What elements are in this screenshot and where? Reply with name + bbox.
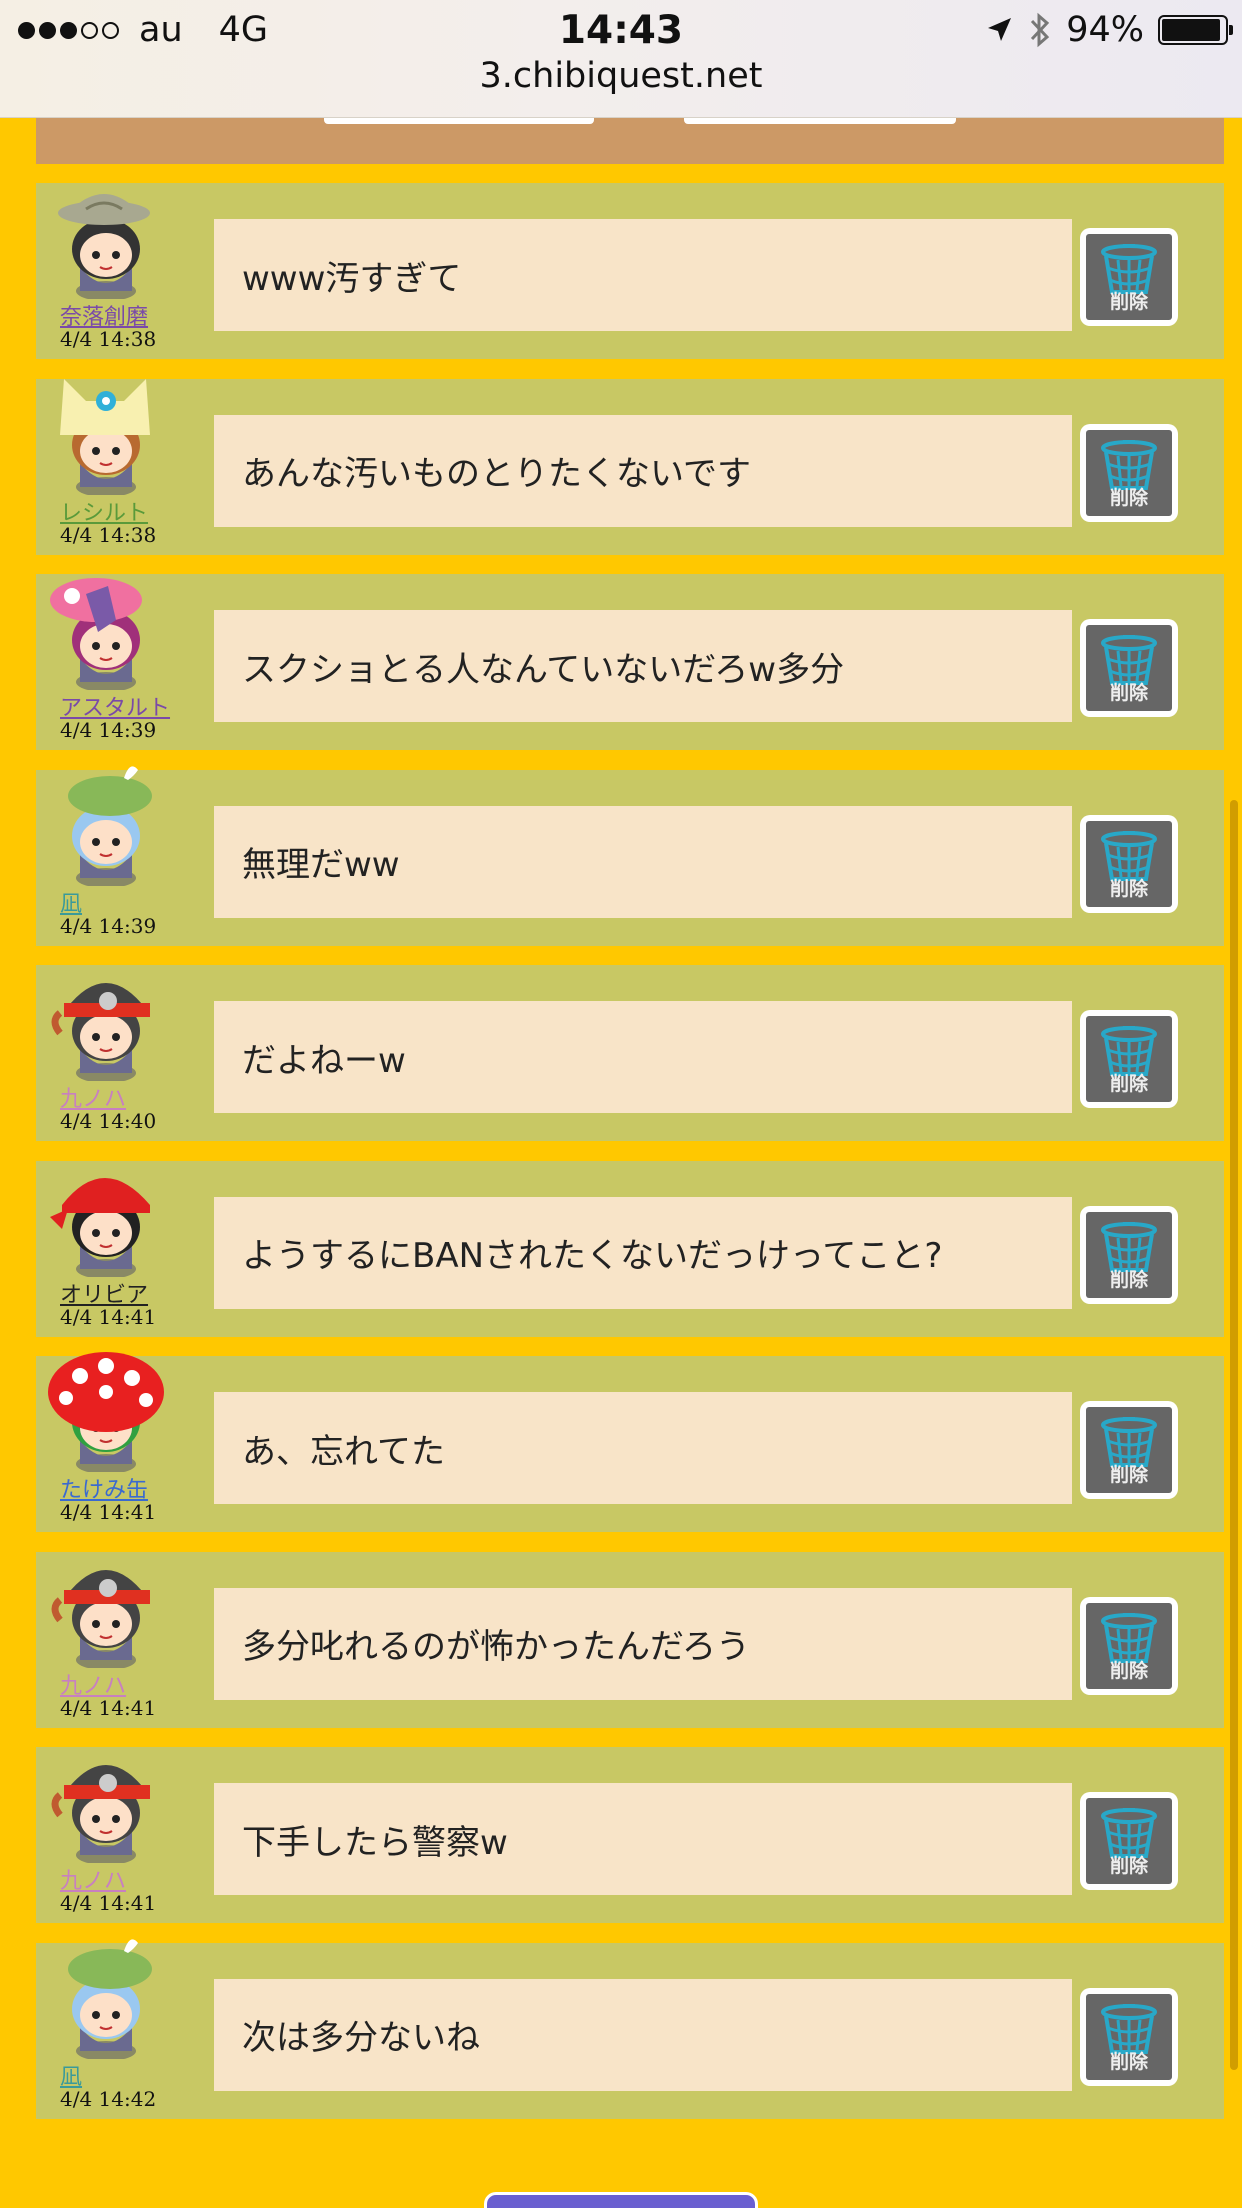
delete-button[interactable]: 削除	[1080, 1401, 1178, 1499]
bottom-action-button[interactable]	[484, 2192, 758, 2208]
delete-label: 削除	[1109, 1855, 1148, 1877]
pink-hat-avatar-icon[interactable]	[46, 570, 166, 690]
delete-button[interactable]: 削除	[1080, 1205, 1178, 1304]
address-bar-url[interactable]: 3.chibiquest.net	[0, 56, 1242, 96]
headband-avatar-icon[interactable]	[46, 961, 166, 1081]
headband-avatar-icon[interactable]	[46, 1743, 166, 1863]
message-text: 多分叱れるのが怖かったんだろう	[214, 1587, 1072, 1700]
bluetooth-icon	[1031, 12, 1050, 48]
message-timestamp: 4/4 14:41	[60, 1891, 157, 1915]
chat-message-row: 凪 4/4 14:42 次は多分ないね 削除	[36, 1938, 1224, 2119]
message-timestamp: 4/4 14:41	[60, 1304, 157, 1329]
message-text: 無理だww	[214, 805, 1072, 918]
explorer-hat-avatar-icon[interactable]	[46, 179, 166, 299]
message-text: スクショとる人なんていないだろw多分	[214, 610, 1072, 722]
red-bandana-avatar-icon[interactable]	[46, 1157, 166, 1277]
message-text: あ、忘れてた	[214, 1392, 1072, 1504]
message-timestamp: 4/4 14:41	[60, 1500, 157, 1524]
delete-label: 削除	[1109, 1268, 1148, 1291]
delete-label: 削除	[1109, 2050, 1148, 2073]
green-beret-avatar-icon[interactable]	[46, 1938, 166, 2059]
header-strip	[36, 118, 1224, 164]
message-timestamp: 4/4 14:42	[60, 2086, 157, 2111]
chat-message-row: 凪 4/4 14:39 無理だww 削除	[36, 765, 1224, 946]
browser-status-bar: au 4G 14:43 94% 3.chibiquest.net	[0, 0, 1242, 118]
message-timestamp: 4/4 14:39	[60, 718, 157, 742]
delete-label: 削除	[1109, 1659, 1148, 1682]
green-beret-avatar-icon[interactable]	[46, 765, 166, 886]
status-right: 94%	[984, 10, 1233, 50]
delete-label: 削除	[1109, 486, 1148, 509]
battery-icon	[1158, 15, 1233, 45]
page-scrollbar[interactable]	[1230, 800, 1238, 2070]
delete-label: 削除	[1109, 291, 1148, 313]
chat-log: 奈落創磨 4/4 14:38 www汚すぎて 削除 レシルト 4/4 14:38…	[36, 183, 1224, 2138]
chat-message-row: レシルト 4/4 14:38 あんな汚いものとりたくないです 削除	[36, 378, 1224, 555]
message-text: www汚すぎて	[214, 219, 1072, 331]
message-text: 次は多分ないね	[214, 1978, 1072, 2091]
chat-message-row: オリビア 4/4 14:41 ようするにBANされたくないだっけってこと? 削除	[36, 1160, 1224, 1337]
message-timestamp: 4/4 14:39	[60, 913, 157, 938]
delete-label: 削除	[1109, 877, 1148, 900]
delete-button[interactable]: 削除	[1080, 814, 1178, 913]
message-timestamp: 4/4 14:38	[60, 327, 157, 351]
message-timestamp: 4/4 14:38	[60, 522, 157, 547]
delete-button[interactable]: 削除	[1080, 1010, 1178, 1108]
delete-button[interactable]: 削除	[1080, 423, 1178, 522]
location-arrow-icon	[988, 18, 1012, 41]
chat-message-row: アスタルト 4/4 14:39 スクショとる人なんていないだろw多分 削除	[36, 574, 1224, 750]
delete-button[interactable]: 削除	[1080, 228, 1178, 326]
chat-message-row: たけみ缶 4/4 14:41 あ、忘れてた 削除	[36, 1352, 1224, 1532]
delete-label: 削除	[1109, 1464, 1148, 1486]
delete-button[interactable]: 削除	[1080, 1792, 1178, 1890]
delete-button[interactable]: 削除	[1080, 1596, 1178, 1695]
header-tab-right[interactable]	[684, 118, 956, 124]
message-text: ようするにBANされたくないだっけってこと?	[214, 1196, 1072, 1309]
cat-hood-avatar-icon[interactable]	[46, 375, 166, 495]
delete-button[interactable]: 削除	[1080, 619, 1178, 717]
header-tab-left[interactable]	[324, 118, 594, 124]
delete-label: 削除	[1109, 682, 1148, 704]
delete-label: 削除	[1109, 1073, 1148, 1095]
message-timestamp: 4/4 14:41	[60, 1695, 157, 1720]
message-text: だよねーw	[214, 1001, 1072, 1113]
chat-message-row: 奈落創磨 4/4 14:38 www汚すぎて 削除	[36, 183, 1224, 359]
chat-message-row: 九ノハ 4/4 14:41 下手したら警察w 削除	[36, 1747, 1224, 1923]
message-text: あんな汚いものとりたくないです	[214, 414, 1072, 527]
mushroom-cap-avatar-icon[interactable]	[46, 1352, 166, 1472]
chat-message-row: 九ノハ 4/4 14:41 多分叱れるのが怖かったんだろう 削除	[36, 1551, 1224, 1728]
message-timestamp: 4/4 14:40	[60, 1109, 157, 1133]
headband-avatar-icon[interactable]	[46, 1548, 166, 1668]
delete-button[interactable]: 削除	[1080, 1987, 1178, 2086]
battery-percent: 94%	[1066, 10, 1144, 50]
message-text: 下手したら警察w	[214, 1783, 1072, 1895]
chat-message-row: 九ノハ 4/4 14:40 だよねーw 削除	[36, 965, 1224, 1141]
